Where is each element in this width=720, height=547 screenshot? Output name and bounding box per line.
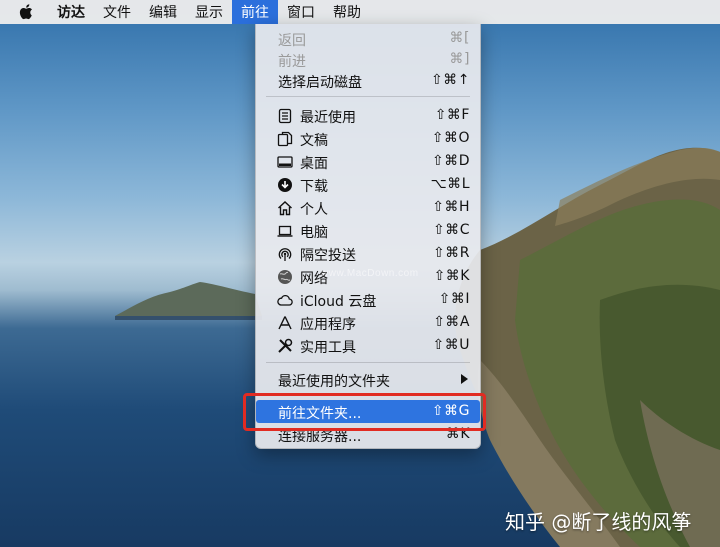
- documents-icon: [277, 131, 293, 147]
- menu-item-recents[interactable]: 最近使用 ⇧⌘F: [256, 104, 480, 127]
- menu-item-utilities[interactable]: 实用工具 ⇧⌘U: [256, 334, 480, 357]
- menu-item-shortcut: ⇧⌘R: [433, 245, 470, 261]
- menu-window[interactable]: 窗口: [278, 0, 324, 24]
- menu-item-startup-disk[interactable]: 选择启动磁盘 ⇧⌘↑: [256, 69, 480, 92]
- menu-item-label: 返回: [278, 33, 306, 49]
- applications-icon: [278, 316, 292, 330]
- menu-item-label: 下载: [300, 179, 328, 195]
- menu-item-shortcut: ⇧⌘A: [433, 314, 470, 330]
- menu-bar: 访达 文件 编辑 显示 前往 窗口 帮助: [0, 0, 720, 24]
- menu-item-shortcut: ⌥⌘L: [430, 176, 470, 192]
- menu-file[interactable]: 文件: [94, 0, 140, 24]
- menu-item-label: 桌面: [300, 156, 328, 172]
- menu-item-back: 返回 ⌘[: [256, 27, 480, 50]
- menu-item-label: 最近使用: [300, 110, 356, 126]
- menu-item-shortcut: ⇧⌘O: [431, 130, 470, 146]
- apple-menu-icon[interactable]: [8, 0, 44, 24]
- menu-item-label: 最近使用的文件夹: [278, 374, 390, 390]
- menu-item-shortcut: ⌘]: [449, 51, 470, 67]
- menu-item-applications[interactable]: 应用程序 ⇧⌘A: [256, 311, 480, 334]
- menu-item-shortcut: ⇧⌘↑: [431, 72, 470, 88]
- menu-item-recent-folders[interactable]: 最近使用的文件夹: [256, 368, 480, 391]
- recents-icon: [278, 108, 292, 124]
- network-icon: [278, 270, 292, 284]
- watermark-zhihu: 知乎 @断了线的风筝: [505, 510, 692, 534]
- menu-item-label: 前进: [278, 54, 306, 70]
- menu-item-airdrop[interactable]: 隔空投送 ⇧⌘R: [256, 242, 480, 265]
- annotation-highlight-box: [243, 393, 486, 431]
- menu-go[interactable]: 前往: [232, 0, 278, 24]
- menu-item-desktop[interactable]: 桌面 ⇧⌘D: [256, 150, 480, 173]
- menu-item-shortcut: ⌘[: [449, 30, 470, 46]
- menu-edit[interactable]: 编辑: [140, 0, 186, 24]
- go-menu-dropdown: 返回 ⌘[ 前进 ⌘] 选择启动磁盘 ⇧⌘↑ 最近使用 ⇧⌘F 文稿 ⇧⌘O 桌…: [255, 24, 481, 449]
- menu-finder[interactable]: 访达: [48, 0, 94, 24]
- menu-item-shortcut: ⇧⌘F: [434, 107, 470, 123]
- menu-item-shortcut: ⇧⌘K: [433, 268, 470, 284]
- menu-item-label: 实用工具: [300, 340, 356, 356]
- menu-separator: [266, 362, 470, 363]
- menu-item-label: 文稿: [300, 133, 328, 149]
- menu-item-label: iCloud 云盘: [300, 294, 377, 310]
- icloud-icon: [277, 294, 293, 306]
- desktop-icon: [277, 156, 293, 168]
- menu-separator: [266, 96, 470, 97]
- utilities-icon: [278, 338, 293, 353]
- airdrop-icon: [278, 248, 292, 261]
- downloads-icon: [278, 178, 292, 192]
- menu-help[interactable]: 帮助: [324, 0, 370, 24]
- menu-item-forward: 前进 ⌘]: [256, 48, 480, 71]
- computer-icon: [277, 225, 293, 237]
- menu-item-label: 选择启动磁盘: [278, 75, 362, 91]
- menu-item-shortcut: ⇧⌘C: [432, 222, 470, 238]
- menu-item-label: 隔空投送: [300, 248, 356, 264]
- menu-item-icloud-drive[interactable]: iCloud 云盘 ⇧⌘I: [256, 288, 480, 311]
- menu-item-documents[interactable]: 文稿 ⇧⌘O: [256, 127, 480, 150]
- menu-item-home[interactable]: 个人 ⇧⌘H: [256, 196, 480, 219]
- menu-item-shortcut: ⇧⌘I: [438, 291, 470, 307]
- menu-item-label: 应用程序: [300, 317, 356, 333]
- menu-view[interactable]: 显示: [186, 0, 232, 24]
- watermark-macdown: www.MacDown.com: [321, 268, 419, 279]
- home-icon: [278, 201, 292, 216]
- menu-item-shortcut: ⇧⌘D: [431, 153, 470, 169]
- menu-item-downloads[interactable]: 下载 ⌥⌘L: [256, 173, 480, 196]
- menu-item-shortcut: ⇧⌘U: [432, 337, 470, 353]
- menu-item-label: 个人: [300, 202, 328, 218]
- menu-item-computer[interactable]: 电脑 ⇧⌘C: [256, 219, 480, 242]
- menu-item-shortcut: ⇧⌘H: [432, 199, 470, 215]
- submenu-arrow-icon: [461, 374, 468, 384]
- menu-item-label: 电脑: [300, 225, 328, 241]
